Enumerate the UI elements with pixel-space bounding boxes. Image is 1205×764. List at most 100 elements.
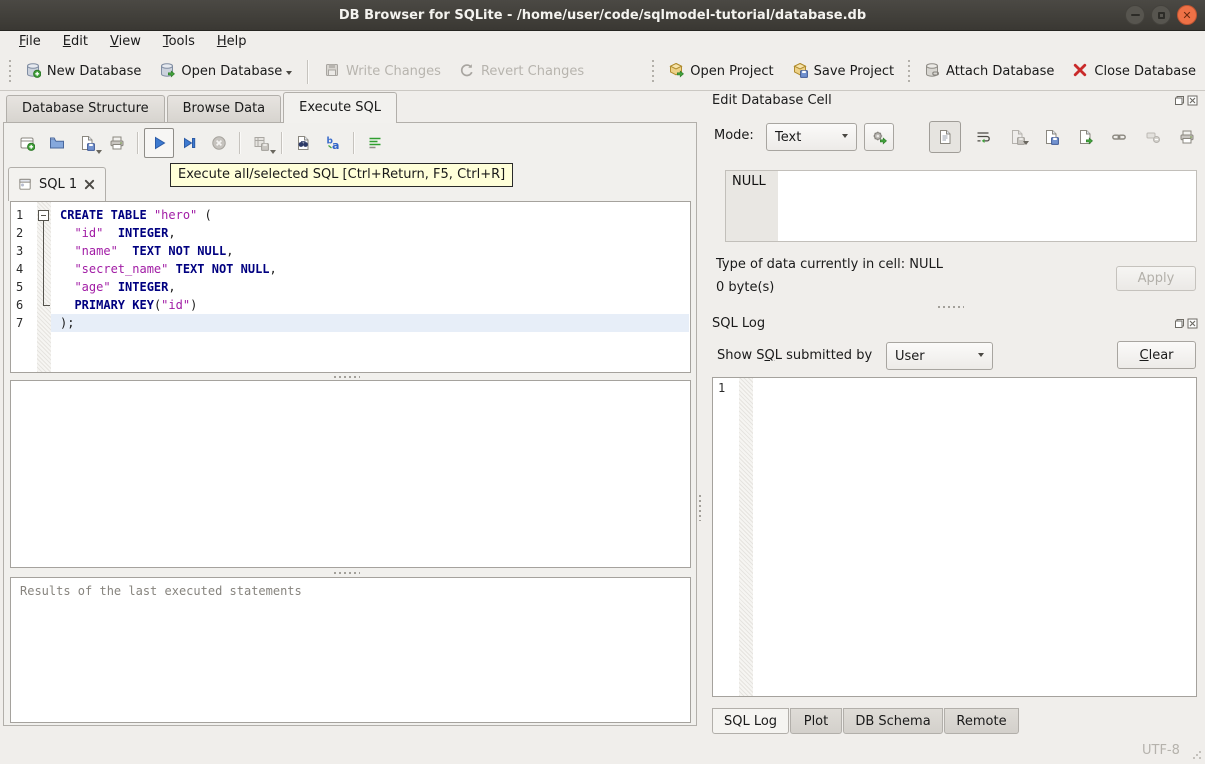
line-number: 2	[16, 226, 24, 240]
minimize-button[interactable]	[1125, 5, 1145, 25]
resize-grip[interactable]	[1191, 749, 1202, 764]
write-changes-label: Write Changes	[345, 64, 441, 79]
toolbar-grip[interactable]	[652, 59, 655, 84]
clear-log-button[interactable]: Clear	[1117, 341, 1196, 369]
chevron-down-icon	[1023, 141, 1029, 148]
code-line: PRIMARY KEY("id")	[74, 298, 198, 312]
sql-editor[interactable]: 1 2 3 4 5 6 7 CREATE TABLE "hero" ( "id" INTEG…	[10, 201, 691, 373]
toolbar-separator	[239, 132, 241, 154]
results-message-area[interactable]: Results of the last executed statements	[10, 577, 691, 723]
toolbar-separator	[307, 59, 309, 84]
new-tab-button[interactable]	[12, 128, 42, 158]
mode-value: Text	[775, 129, 802, 145]
titlebar[interactable]: DB Browser for SQLite - /home/user/code/…	[0, 0, 1205, 31]
execute-sql-button[interactable]	[144, 128, 174, 158]
save-sql-file-icon	[79, 135, 95, 151]
edit-cell-dock-title: Edit Database Cell	[712, 93, 832, 108]
execute-sql-pane: ba SQL 1 1 2 3 4 5 6 7 CREATE TABLE "hero" ( "…	[3, 122, 697, 726]
dock-splitter-handle[interactable]	[938, 306, 964, 308]
toolbar-grip[interactable]	[9, 59, 11, 84]
line-number: 6	[16, 298, 24, 312]
maximize-button[interactable]	[1151, 5, 1171, 25]
cell-editor-toolbar	[929, 121, 1199, 153]
attach-database-button[interactable]: Attach Database	[915, 57, 1063, 87]
find-replace-button[interactable]	[288, 128, 318, 158]
close-button[interactable]: ✕	[1177, 5, 1197, 25]
tab-db-schema[interactable]: DB Schema	[843, 708, 943, 734]
menu-item-help[interactable]: Help	[206, 32, 258, 51]
new-database-button[interactable]: New Database	[16, 57, 151, 87]
log-filter-select[interactable]: User	[886, 342, 993, 370]
fold-line	[43, 221, 44, 305]
code-line: "id" INTEGER,	[74, 226, 176, 240]
text-mode-button[interactable]	[929, 121, 961, 153]
link-button[interactable]	[1107, 125, 1131, 149]
pane-splitter-handle[interactable]	[699, 495, 701, 521]
splitter-handle[interactable]	[334, 376, 360, 378]
cell-value: NULL	[732, 174, 766, 189]
export-cell-button[interactable]	[1073, 125, 1097, 149]
write-changes-button: Write Changes	[315, 57, 450, 87]
auto-switch-mode-button[interactable]	[864, 123, 894, 151]
line-number-gutter: 1 2 3 4 5 6 7	[11, 206, 37, 332]
open-database-button[interactable]: Open Database	[150, 57, 301, 87]
close-tab-icon[interactable]	[83, 178, 96, 191]
dock-float-icon[interactable]	[1174, 318, 1185, 329]
word-wrap-lines-button[interactable]	[360, 128, 390, 158]
save-sql-file-button[interactable]	[72, 128, 102, 158]
close-database-button[interactable]: Close Database	[1063, 57, 1205, 87]
dock-close-icon[interactable]	[1187, 95, 1198, 106]
toolbar-separator	[137, 132, 139, 154]
print-button[interactable]	[102, 128, 132, 158]
splitter-handle[interactable]	[334, 572, 360, 574]
results-grid[interactable]	[10, 380, 691, 568]
log-line-number: 1	[718, 381, 726, 395]
sql-code[interactable]: CREATE TABLE "hero" ( "id" INTEGER, "nam…	[51, 206, 689, 332]
tab-plot[interactable]: Plot	[790, 708, 842, 734]
tab-browse-data[interactable]: Browse Data	[166, 95, 282, 122]
set-null-button	[1141, 125, 1165, 149]
tab-remote[interactable]: Remote	[944, 708, 1019, 734]
attach-database-icon	[924, 62, 940, 82]
toolbar-grip[interactable]	[908, 59, 911, 84]
menu-item-view[interactable]: View	[99, 32, 152, 51]
close-database-icon	[1072, 62, 1088, 82]
sql-tab-label: SQL 1	[39, 177, 78, 192]
execute-current-line-button[interactable]	[174, 128, 204, 158]
sql-log-dock-title: SQL Log	[712, 316, 766, 331]
fold-marker[interactable]	[38, 210, 49, 221]
dock-close-icon[interactable]	[1187, 318, 1198, 329]
mode-select[interactable]: Text	[766, 123, 857, 151]
format-sql-button[interactable]: ba	[318, 128, 348, 158]
sql-editor-tab[interactable]: SQL 1	[8, 167, 107, 201]
tab-execute-sql[interactable]: Execute SQL	[283, 92, 398, 123]
maximize-icon	[1157, 11, 1165, 19]
results-message: Results of the last executed statements	[20, 584, 302, 598]
print-icon	[109, 135, 125, 151]
sql-log-dock-buttons	[1174, 318, 1198, 329]
save-project-button[interactable]: Save Project	[783, 57, 904, 87]
sql-tab-icon	[18, 177, 33, 192]
line-number: 1	[16, 208, 24, 222]
tab-sql-log[interactable]: SQL Log	[712, 708, 789, 734]
save-as-cell-button[interactable]	[1039, 125, 1063, 149]
tab-database-structure[interactable]: Database Structure	[6, 95, 165, 122]
cell-print-button[interactable]	[1175, 125, 1199, 149]
fold-margin	[37, 202, 51, 372]
code-line: );	[51, 314, 689, 332]
open-project-button[interactable]: Open Project	[659, 57, 782, 87]
open-sql-file-icon	[49, 135, 65, 151]
cell-word-wrap-button[interactable]	[971, 125, 995, 149]
cell-value-editor[interactable]: NULL	[725, 170, 1197, 242]
menu-item-tools[interactable]: Tools	[152, 32, 206, 51]
svg-text:a: a	[332, 139, 339, 151]
menu-item-edit[interactable]: Edit	[52, 32, 99, 51]
close-icon: ✕	[1182, 8, 1192, 22]
menu-item-file[interactable]: File	[8, 32, 52, 51]
sql-log-area[interactable]: 1	[712, 377, 1197, 697]
dock-float-icon[interactable]	[1174, 95, 1185, 106]
open-sql-file-button[interactable]	[42, 128, 72, 158]
new-database-icon	[25, 62, 42, 82]
cell-type-info: Type of data currently in cell: NULL	[716, 257, 943, 272]
minimize-icon	[1130, 14, 1140, 16]
